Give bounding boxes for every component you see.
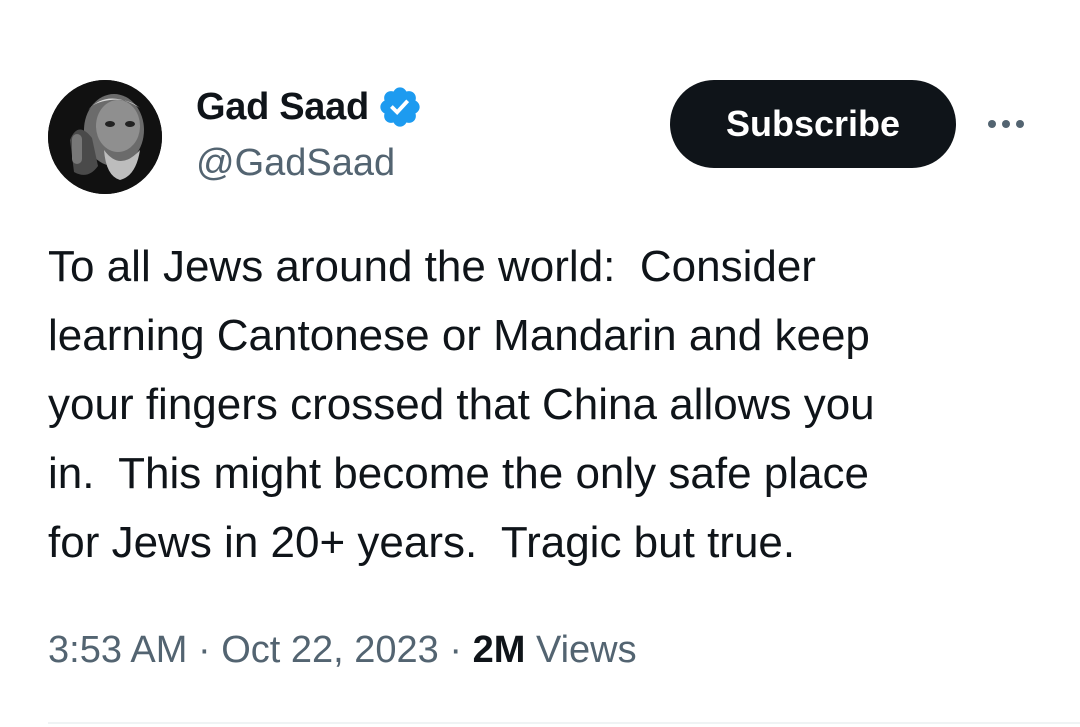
tweet-text-line: learning Cantonese or Mandarin and keep	[48, 311, 870, 360]
more-horizontal-icon	[988, 120, 1024, 128]
meta-separator: ·	[449, 629, 473, 671]
tweet-text-line: your fingers crossed that China allows y…	[48, 380, 875, 429]
tweet-time[interactable]: 3:53 AM	[48, 629, 187, 671]
more-options-button[interactable]	[984, 106, 1028, 142]
divider	[48, 722, 1080, 724]
subscribe-button[interactable]: Subscribe	[670, 80, 956, 168]
meta-separator: ·	[197, 629, 222, 671]
author-name-row: Gad Saad	[196, 84, 423, 130]
avatar-photo-icon	[48, 80, 162, 194]
author-handle[interactable]: @GadSaad	[196, 140, 395, 186]
tweet-text-line: in. This might become the only safe plac…	[48, 449, 869, 498]
tweet-text-line: To all Jews around the world: Consider	[48, 242, 816, 291]
tweet-text-line: for Jews in 20+ years. Tragic but true.	[48, 518, 796, 567]
views-label: Views	[535, 629, 637, 671]
tweet-meta: 3:53 AM · Oct 22, 2023 · 2M Views	[48, 624, 637, 676]
tweet-date[interactable]: Oct 22, 2023	[221, 629, 439, 671]
tweet-text: To all Jews around the world: Consider l…	[48, 232, 1048, 577]
verified-badge-icon[interactable]	[377, 84, 423, 130]
avatar[interactable]	[48, 80, 162, 194]
views-count: 2M	[472, 629, 536, 671]
tweet: Gad Saad @GadSaad Subscribe To all Jews …	[0, 0, 1080, 727]
author-name[interactable]: Gad Saad	[196, 84, 369, 130]
